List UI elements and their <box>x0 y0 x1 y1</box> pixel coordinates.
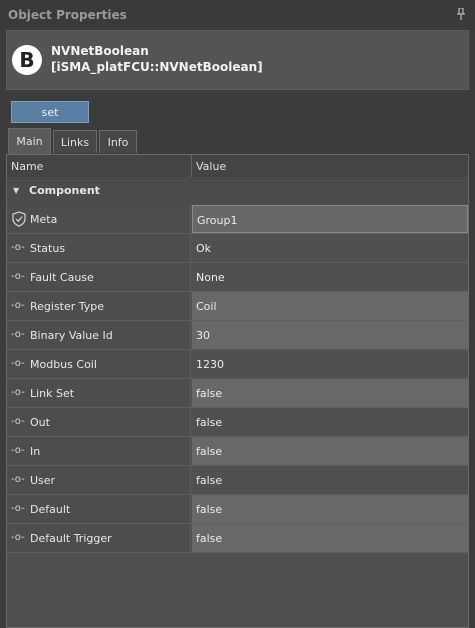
property-value: false <box>196 503 223 516</box>
property-row-default[interactable]: -o- Default false <box>7 495 468 524</box>
property-value-field[interactable]: false <box>192 379 468 407</box>
tab-links[interactable]: Links <box>53 130 97 153</box>
property-value: Group1 <box>197 214 238 227</box>
tab-main[interactable]: Main <box>8 128 51 154</box>
property-name: In <box>30 445 41 458</box>
property-name: Default Trigger <box>30 532 112 545</box>
property-row-fault-cause[interactable]: -o- Fault Cause None <box>7 263 468 292</box>
slot-icon: -o- <box>11 358 25 369</box>
property-row-meta[interactable]: Meta Group1 <box>7 205 468 234</box>
slot-icon: -o- <box>11 445 25 456</box>
property-row-default-trigger[interactable]: -o- Default Trigger false <box>7 524 468 553</box>
property-value-cell: false <box>192 466 468 494</box>
object-type: [iSMA_platFCU::NVNetBoolean] <box>51 60 263 74</box>
object-header: B NVNetBoolean [iSMA_platFCU::NVNetBoole… <box>6 30 469 90</box>
property-value: false <box>196 532 223 545</box>
property-row-out[interactable]: -o- Out false <box>7 408 468 437</box>
grid-empty-area <box>7 553 468 627</box>
pin-icon[interactable] <box>457 7 465 20</box>
property-value: Coil <box>196 300 217 313</box>
property-name: Fault Cause <box>30 271 94 284</box>
shield-icon <box>12 211 26 230</box>
property-row-status[interactable]: -o- Status Ok <box>7 234 468 263</box>
property-value-field[interactable]: false <box>192 495 468 523</box>
property-value-cell: false <box>192 408 468 436</box>
property-row-binary-value-id[interactable]: -o- Binary Value Id 30 <box>7 321 468 350</box>
collapse-arrow-icon[interactable]: ▼ <box>13 186 19 195</box>
property-row-link-set[interactable]: -o- Link Set false <box>7 379 468 408</box>
property-value-field[interactable]: Group1 <box>192 205 468 233</box>
section-label: Component <box>29 184 100 197</box>
property-value-cell: 1230 <box>192 350 468 378</box>
slot-icon: -o- <box>11 329 25 340</box>
slot-icon: -o- <box>11 416 25 427</box>
property-row-in[interactable]: -o- In false <box>7 437 468 466</box>
property-row-modbus-coil[interactable]: -o- Modbus Coil 1230 <box>7 350 468 379</box>
section-component[interactable]: ▼ Component <box>7 177 468 206</box>
property-value: false <box>196 416 223 429</box>
property-value: false <box>196 445 223 458</box>
column-value-header[interactable]: Value <box>196 160 226 173</box>
panel-titlebar: Object Properties <box>0 0 475 30</box>
slot-icon: -o- <box>11 503 25 514</box>
property-name: Link Set <box>30 387 75 400</box>
object-badge: B <box>12 45 42 75</box>
property-value-field[interactable]: false <box>192 437 468 465</box>
grid-header: Name Value <box>7 155 468 178</box>
slot-icon: -o- <box>11 271 25 282</box>
slot-icon: -o- <box>11 300 25 311</box>
slot-icon: -o- <box>11 387 25 398</box>
property-value: false <box>196 474 223 487</box>
tab-info[interactable]: Info <box>99 130 137 153</box>
property-value-field[interactable]: Coil <box>192 292 468 320</box>
property-name: User <box>30 474 56 487</box>
property-name: Out <box>30 416 50 429</box>
property-value-cell: Ok <box>192 234 468 262</box>
property-name: Modbus Coil <box>30 358 97 371</box>
panel-title: Object Properties <box>8 8 127 22</box>
property-name: Meta <box>30 213 58 226</box>
property-name: Register Type <box>30 300 105 313</box>
object-name: NVNetBoolean <box>51 44 149 58</box>
property-row-user[interactable]: -o- User false <box>7 466 468 495</box>
column-divider[interactable] <box>191 155 192 177</box>
set-button[interactable]: set <box>11 101 89 123</box>
slot-icon: -o- <box>11 474 25 485</box>
property-value-field[interactable]: 30 <box>192 321 468 349</box>
property-value: Ok <box>196 242 212 255</box>
column-name-header[interactable]: Name <box>11 160 43 173</box>
slot-icon: -o- <box>11 532 25 543</box>
property-value: None <box>196 271 225 284</box>
slot-icon: -o- <box>11 242 25 253</box>
property-grid: Name Value ▼ Component Meta Group1 -o- St… <box>6 154 469 628</box>
property-value: 1230 <box>196 358 224 371</box>
property-row-register-type[interactable]: -o- Register Type Coil <box>7 292 468 321</box>
property-value: 30 <box>196 329 210 342</box>
property-value-field[interactable]: false <box>192 524 468 552</box>
property-name: Binary Value Id <box>30 329 113 342</box>
property-name: Status <box>30 242 66 255</box>
property-value-cell: None <box>192 263 468 291</box>
property-value: false <box>196 387 223 400</box>
property-name: Default <box>30 503 71 516</box>
